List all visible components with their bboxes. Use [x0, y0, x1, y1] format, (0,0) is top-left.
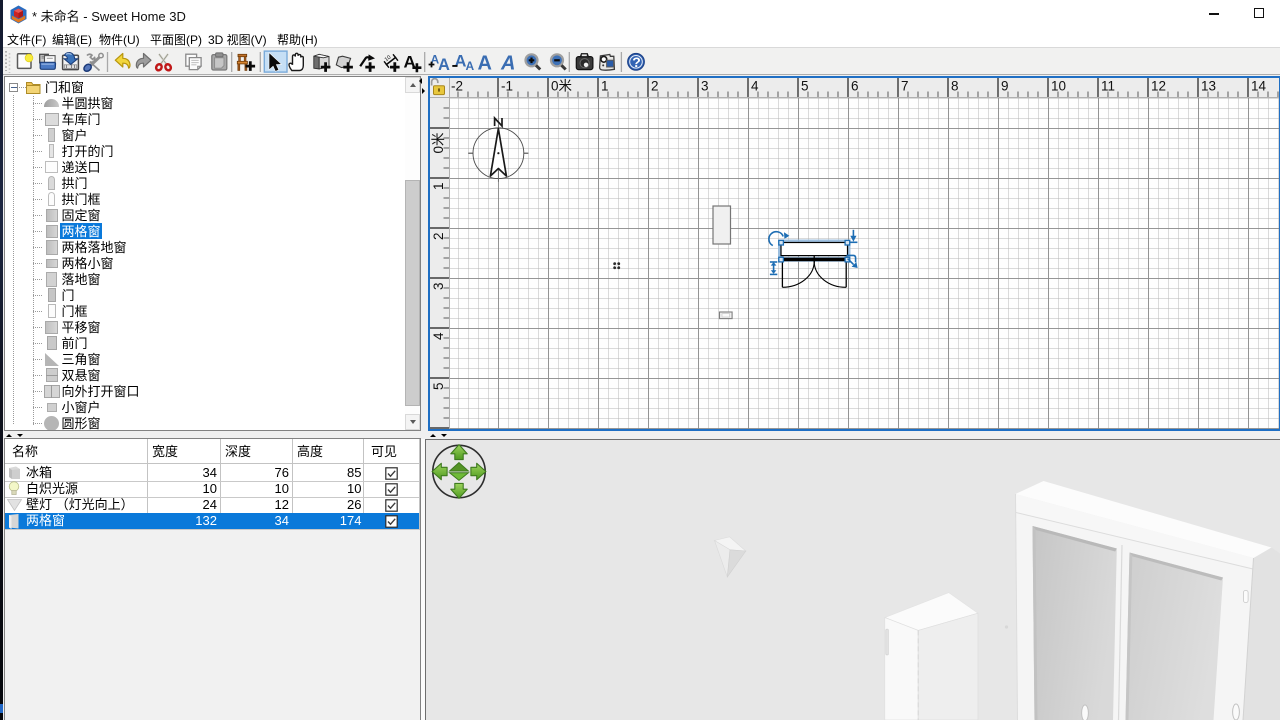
svg-text:12: 12: [1151, 79, 1166, 94]
svg-text:1: 1: [601, 79, 609, 94]
svg-text:-1: -1: [501, 79, 513, 94]
svg-text:4: 4: [751, 79, 759, 94]
svg-text:6: 6: [851, 79, 859, 94]
svg-text:11: 11: [1101, 79, 1115, 94]
svg-text:A: A: [500, 53, 515, 75]
svg-text:5: 5: [431, 383, 446, 391]
svg-text:A: A: [466, 59, 475, 73]
svg-text:7: 7: [901, 79, 909, 94]
svg-text:1: 1: [431, 183, 446, 191]
svg-text:-2: -2: [451, 79, 463, 94]
svg-text:9: 9: [1001, 79, 1009, 94]
svg-text:4: 4: [431, 332, 446, 340]
svg-text:14: 14: [1251, 79, 1267, 94]
svg-text:3: 3: [431, 283, 446, 291]
svg-text:3: 3: [701, 79, 709, 94]
svg-text:2: 2: [431, 233, 446, 241]
svg-text:A: A: [438, 56, 450, 74]
svg-text:13: 13: [1201, 79, 1216, 94]
svg-text:8: 8: [951, 79, 959, 94]
svg-text:0米: 0米: [431, 132, 446, 154]
svg-text:?: ?: [632, 54, 641, 70]
svg-text:0米: 0米: [551, 79, 573, 94]
svg-text:A: A: [478, 53, 492, 75]
svg-text:2: 2: [651, 79, 659, 94]
svg-text:5: 5: [801, 79, 809, 94]
svg-text:10: 10: [1051, 79, 1066, 94]
